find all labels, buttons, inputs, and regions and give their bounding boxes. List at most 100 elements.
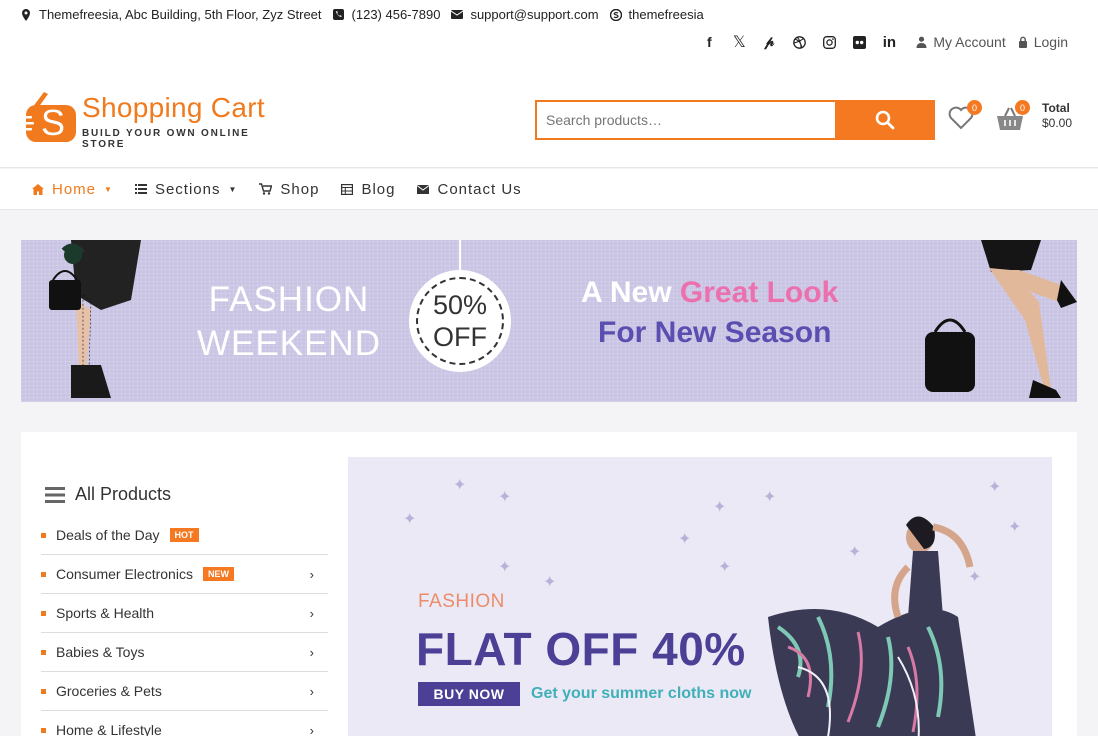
- facebook-icon[interactable]: f: [694, 32, 724, 52]
- chevron-right-icon: ›: [309, 645, 314, 660]
- cart-button[interactable]: 0: [996, 100, 1030, 134]
- chevron-right-icon: ›: [309, 567, 314, 582]
- logo-title: Shopping Cart: [82, 92, 265, 123]
- star-decoration-icon: ✦: [498, 559, 512, 576]
- site-logo[interactable]: S Shopping Cart BUILD YOUR OWN ONLINE ST…: [22, 88, 282, 150]
- my-account-link[interactable]: My Account: [916, 34, 1006, 50]
- model-dress-image: [768, 516, 976, 736]
- hanging-string: [459, 240, 461, 270]
- discount-tag-inner: 50% OFF: [416, 277, 504, 365]
- nav-item-blog[interactable]: Blog: [341, 181, 395, 198]
- category-heading: All Products: [75, 484, 172, 504]
- logo-mark-icon: S: [22, 92, 76, 143]
- star-decoration-icon: ✦: [453, 477, 467, 494]
- search-input[interactable]: [535, 100, 835, 140]
- banner-headline: A New Great Look: [581, 276, 839, 309]
- top-bar: Themefreesia, Abc Building, 5th Floor, Z…: [0, 0, 1098, 70]
- main-navigation: Home ▼ Sections ▼ Shop Blog Contact Us: [0, 169, 1098, 210]
- location-pin-icon: [20, 8, 32, 21]
- pinterest-icon[interactable]: 𝓅: [754, 32, 784, 52]
- phone-icon: [333, 9, 345, 21]
- home-icon: [32, 183, 44, 195]
- login-link[interactable]: Login: [1018, 34, 1068, 50]
- star-decoration-icon: ✦: [543, 574, 557, 591]
- skype-icon: [609, 8, 622, 21]
- star-decoration-icon: ✦: [718, 559, 732, 576]
- x-icon[interactable]: 𝕏: [724, 32, 754, 52]
- user-icon: [916, 36, 927, 48]
- category-item-sports[interactable]: Sports & Health ›: [41, 594, 328, 633]
- banner-subheadline: For New Season: [598, 316, 832, 349]
- nav-item-sections[interactable]: Sections ▼: [134, 181, 238, 198]
- bullet-icon: [41, 532, 46, 538]
- instagram-icon[interactable]: [814, 32, 844, 52]
- bullet-icon: [41, 649, 46, 655]
- search-icon: [875, 110, 895, 130]
- bullet-icon: [41, 610, 46, 616]
- star-decoration-icon: ✦: [763, 489, 777, 506]
- hot-badge: HOT: [169, 528, 199, 542]
- star-decoration-icon: ✦: [498, 489, 512, 506]
- hamburger-menu-icon: [45, 486, 65, 503]
- chevron-right-icon: ›: [309, 684, 314, 699]
- dribbble-icon[interactable]: [784, 32, 814, 52]
- cart-count-badge: 0: [1015, 100, 1030, 115]
- star-decoration-icon: ✦: [403, 511, 417, 528]
- phone[interactable]: (123) 456-7890: [333, 7, 440, 22]
- email[interactable]: support@support.com: [451, 7, 599, 22]
- category-item-deals[interactable]: Deals of the Day HOT: [41, 516, 328, 555]
- category-item-groceries[interactable]: Groceries & Pets ›: [41, 672, 328, 711]
- envelope-icon: [451, 9, 464, 21]
- search-button[interactable]: [835, 100, 935, 140]
- address: Themefreesia, Abc Building, 5th Floor, Z…: [20, 7, 322, 22]
- mail-icon: [417, 184, 430, 194]
- cart-total[interactable]: Total $0.00: [1042, 101, 1072, 131]
- buy-now-button[interactable]: BUY NOW: [418, 682, 520, 706]
- model-legs-right-image: [925, 240, 1077, 398]
- cart-total-label: Total: [1042, 101, 1070, 115]
- star-decoration-icon: ✦: [988, 479, 1002, 496]
- logo-tagline: BUILD YOUR OWN ONLINE STORE: [82, 128, 250, 150]
- cart-icon: [259, 183, 273, 195]
- new-badge: NEW: [202, 567, 234, 581]
- fashion-weekend-text: FASHION WEEKEND: [197, 280, 381, 363]
- site-header: S Shopping Cart BUILD YOUR OWN ONLINE ST…: [0, 70, 1098, 168]
- star-decoration-icon: ✦: [678, 531, 692, 548]
- lock-icon: [1018, 36, 1028, 48]
- nav-item-contact[interactable]: Contact Us: [417, 181, 521, 198]
- cart-total-value: $0.00: [1042, 116, 1073, 130]
- promo-subtitle: FASHION: [418, 591, 505, 612]
- main-content: All Products Deals of the Day HOT Consum…: [21, 432, 1077, 736]
- svg-text:S: S: [41, 102, 65, 143]
- linkedin-icon[interactable]: in: [874, 32, 904, 52]
- bullet-icon: [41, 571, 46, 577]
- chevron-right-icon: ›: [309, 606, 314, 621]
- promo-note: Get your summer cloths now: [531, 685, 752, 702]
- social-links: f 𝕏 𝓅 in My Account Login: [694, 32, 1068, 52]
- chevron-down-icon: ▼: [228, 184, 238, 194]
- bullet-icon: [41, 727, 46, 733]
- discount-tag: 50% OFF: [409, 270, 511, 372]
- wishlist-button[interactable]: 0: [948, 100, 982, 134]
- contact-info: Themefreesia, Abc Building, 5th Floor, Z…: [20, 7, 715, 22]
- nav-item-home[interactable]: Home ▼: [32, 181, 113, 198]
- skype[interactable]: themefreesia: [609, 7, 704, 22]
- model-legs-left-image: [49, 240, 141, 398]
- hero-banner[interactable]: FASHION WEEKEND 50% OFF A New Great Look…: [21, 240, 1077, 402]
- flickr-icon[interactable]: [844, 32, 874, 52]
- star-decoration-icon: ✦: [713, 499, 727, 516]
- wishlist-count-badge: 0: [967, 100, 982, 115]
- category-item-electronics[interactable]: Consumer Electronics NEW ›: [41, 555, 328, 594]
- category-header[interactable]: All Products: [45, 484, 171, 505]
- category-list: Deals of the Day HOT Consumer Electronic…: [41, 516, 328, 736]
- sections-icon: [134, 184, 147, 194]
- category-item-home[interactable]: Home & Lifestyle ›: [41, 711, 328, 736]
- chevron-right-icon: ›: [309, 723, 314, 736]
- category-item-babies[interactable]: Babies & Toys ›: [41, 633, 328, 672]
- blog-icon: [341, 183, 354, 195]
- promo-title: FLAT OFF 40%: [416, 623, 746, 675]
- promo-slider[interactable]: ✦ ✦ ✦ ✦ ✦ ✦ ✦ ✦ ✦ ✦ ✦ ✦ ✦ FASHION FLAT O…: [348, 457, 1052, 736]
- star-decoration-icon: ✦: [1008, 519, 1022, 536]
- chevron-down-icon: ▼: [104, 184, 113, 194]
- nav-item-shop[interactable]: Shop: [259, 181, 319, 198]
